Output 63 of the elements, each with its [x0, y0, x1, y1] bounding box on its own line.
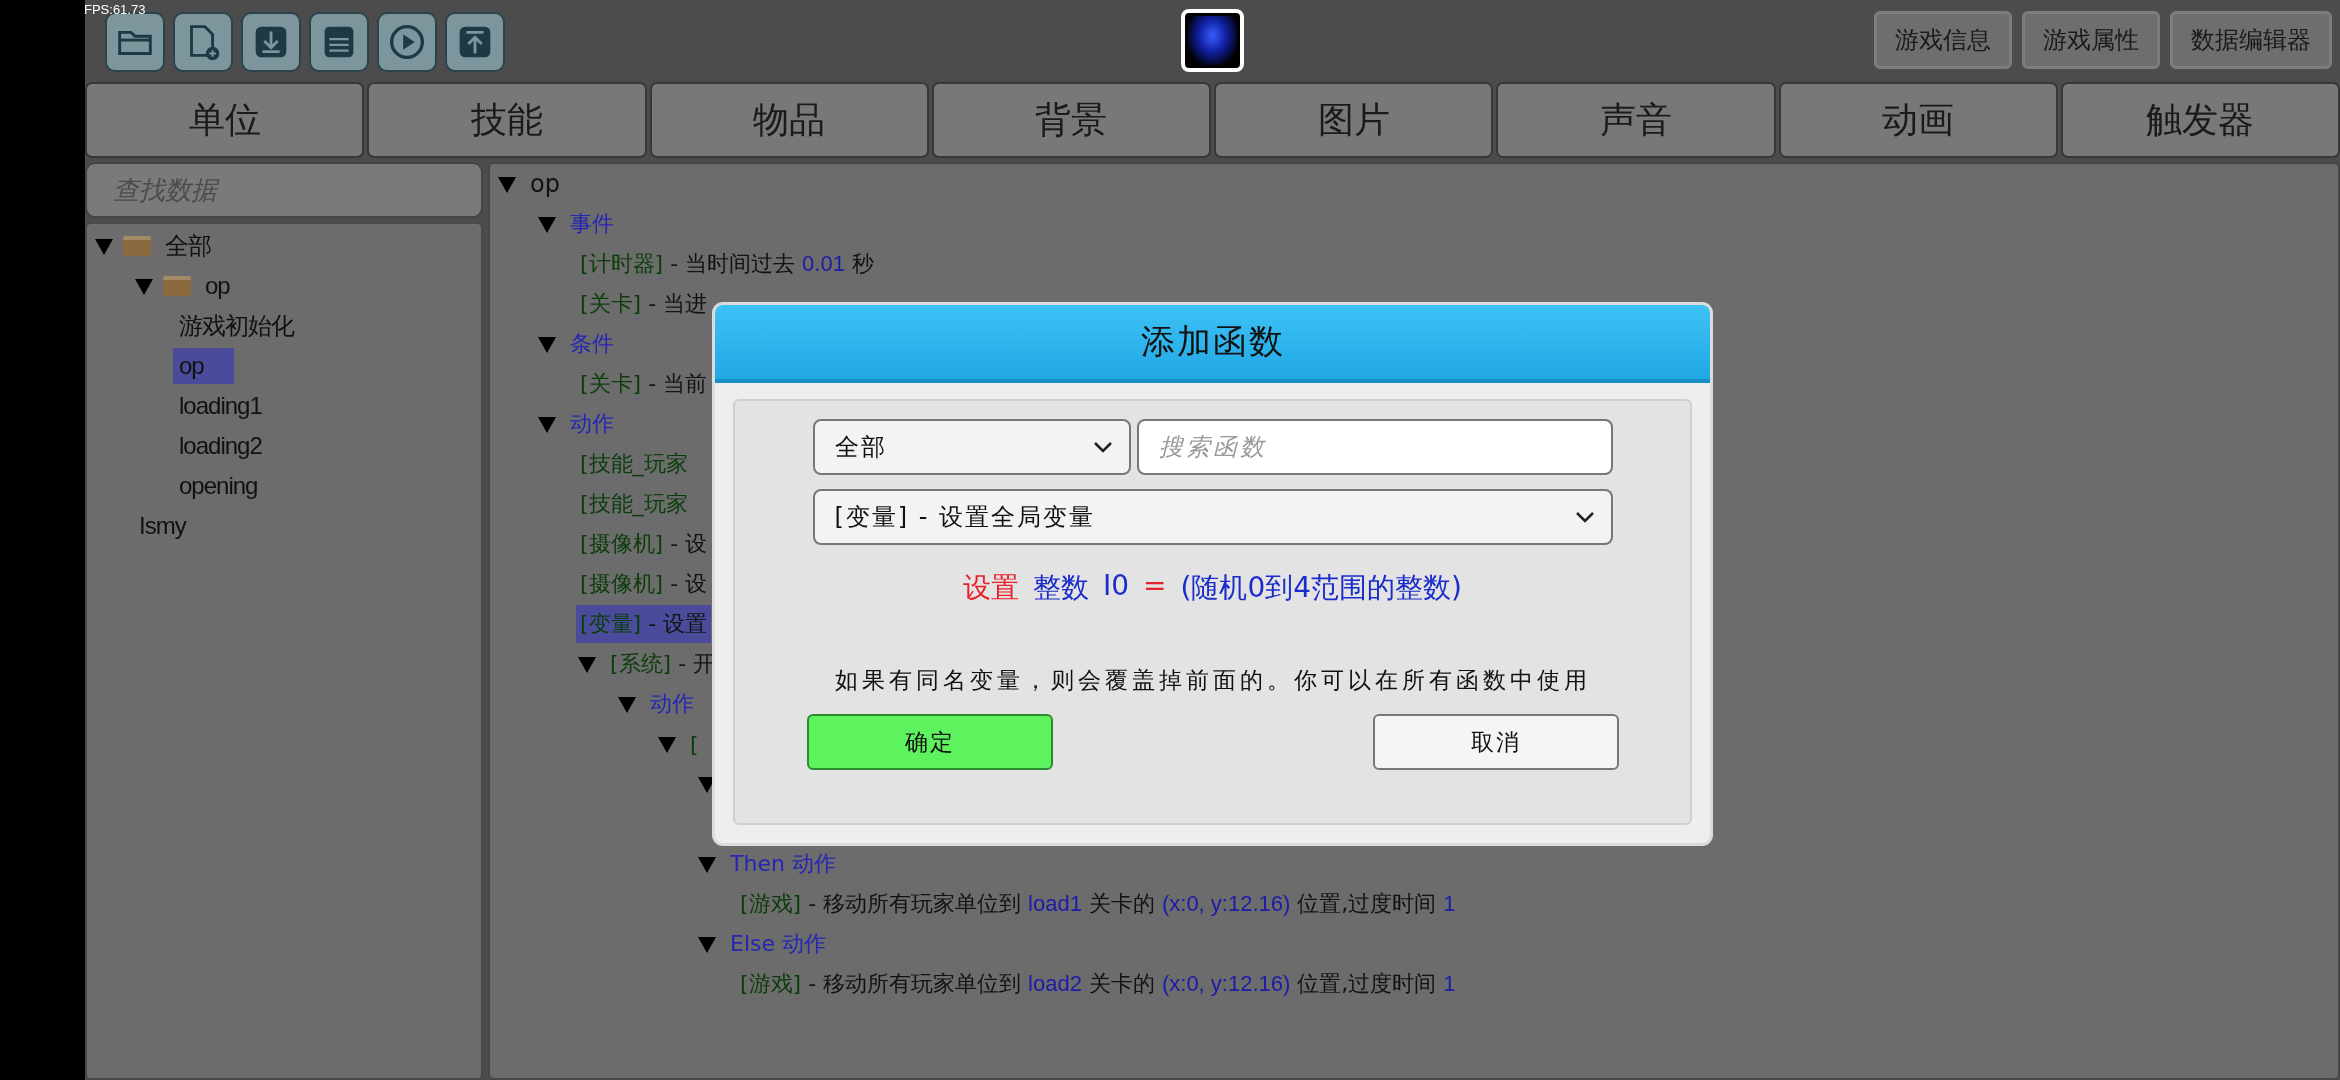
tree-item[interactable]: op [199, 268, 236, 304]
trigger-node[interactable]: [关卡] - 当进 [576, 285, 712, 323]
function-description: 如果有同名变量，则会覆盖掉前面的。你可以在所有函数中使用 [834, 666, 1591, 695]
category-dropdown[interactable]: 全部 [812, 419, 1131, 475]
trigger-node[interactable]: [变量] - 设置 [576, 605, 712, 643]
cancel-button[interactable]: 取消 [1372, 714, 1619, 770]
tree-item[interactable]: op [173, 348, 234, 384]
confirm-button[interactable]: 确定 [806, 714, 1053, 770]
trigger-node[interactable]: [技能_玩家 [576, 485, 692, 523]
toolbar-button[interactable] [173, 12, 233, 72]
tree-item[interactable]: 全部 [159, 226, 217, 266]
tree-item[interactable]: 游戏初始化 [173, 306, 300, 346]
chevron-down-icon [1092, 441, 1113, 453]
trigger-node[interactable]: 动作 [566, 405, 618, 443]
trigger-node[interactable]: 事件 [566, 205, 618, 243]
tab[interactable]: 物品 [649, 82, 929, 158]
tab[interactable]: 技能 [367, 82, 647, 158]
photo-placeholder [1188, 15, 1237, 65]
search-field[interactable]: 搜索函数 [1136, 419, 1613, 475]
tab[interactable]: 背景 [931, 82, 1211, 158]
trigger-node[interactable]: [游戏] - 移动所有玩家单位到 load2 关卡的 (x:0, y:12.16) 位置,过度时间 1 [736, 965, 1460, 1003]
expression-term: (随机0到4范围的整数) [1180, 570, 1462, 606]
toolbar-button[interactable] [309, 12, 369, 72]
trigger-node[interactable]: [游戏] - 移动所有玩家单位到 load1 关卡的 (x:0, y:12.16) 位置,过度时间 1 [736, 885, 1460, 923]
trigger-node[interactable]: [摄像机] - 设 [576, 525, 712, 563]
toolbar-button[interactable] [241, 12, 301, 72]
tab[interactable]: 声音 [1496, 82, 1776, 158]
header-button[interactable]: 游戏信息 [1874, 11, 2012, 69]
tree-item[interactable]: loading2 [173, 428, 268, 464]
chevron-down-icon [1574, 511, 1595, 523]
toolbar-button[interactable] [445, 12, 505, 72]
trigger-node[interactable]: Then 动作 [726, 845, 840, 883]
trigger-node[interactable]: op [526, 166, 564, 202]
expression-type: 整数 [1033, 570, 1089, 606]
trigger-node[interactable]: Else 动作 [726, 925, 830, 963]
tree-item[interactable]: loading1 [173, 388, 268, 424]
tab[interactable]: 触发器 [2060, 82, 2340, 158]
tab[interactable]: 动画 [1778, 82, 2058, 158]
expression-keyword: 设置 [963, 570, 1019, 606]
header-button[interactable]: 游戏属性 [2022, 11, 2160, 69]
fps-counter: FPS:61.73 [84, 2, 146, 17]
trigger-node[interactable]: [关卡] - 当前 [576, 365, 712, 403]
folder-icon [123, 236, 151, 256]
tab[interactable]: 图片 [1214, 82, 1494, 158]
trigger-node[interactable]: [ [686, 727, 703, 761]
toolbar-button[interactable] [377, 12, 437, 72]
header-button[interactable]: 数据编辑器 [2170, 11, 2332, 69]
trigger-node[interactable]: [技能_玩家 [576, 445, 692, 483]
folder-icon [163, 276, 191, 296]
dialog-title: 添加函数 [715, 305, 1710, 383]
tree-item[interactable]: Ismy [133, 508, 192, 544]
trigger-node[interactable]: [计时器] - 当时间过去 0.01 秒 [576, 245, 878, 283]
trigger-node[interactable]: [摄像机] - 设 [576, 565, 712, 603]
tab[interactable]: 单位 [85, 82, 365, 158]
expression-keyword: = [1143, 569, 1167, 604]
trigger-node[interactable]: [系统] - 开 [606, 645, 720, 683]
function-dropdown[interactable]: [变量] - 设置全局变量 [812, 489, 1613, 545]
trigger-node[interactable]: 条件 [566, 325, 618, 363]
game-thumbnail[interactable] [1181, 8, 1244, 72]
trigger-node[interactable]: 动作 [646, 685, 698, 723]
toolbar-button[interactable] [105, 12, 165, 72]
tree-item[interactable]: opening [173, 468, 264, 504]
expression-term: I0 [1103, 569, 1130, 604]
